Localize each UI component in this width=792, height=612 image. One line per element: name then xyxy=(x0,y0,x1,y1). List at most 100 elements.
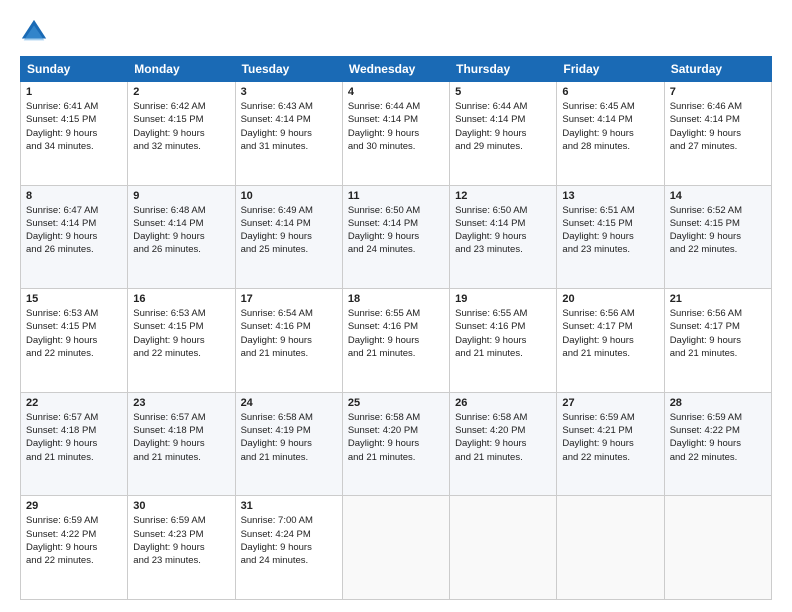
day-info: Sunrise: 6:55 AM xyxy=(348,307,444,320)
day-info: Sunrise: 6:59 AM xyxy=(133,514,229,527)
day-number: 28 xyxy=(670,397,766,409)
calendar-cell: 13Sunrise: 6:51 AMSunset: 4:15 PMDayligh… xyxy=(557,185,664,289)
calendar-cell xyxy=(557,496,664,600)
day-info: and 21 minutes. xyxy=(455,347,551,360)
day-info: Sunset: 4:21 PM xyxy=(562,424,658,437)
day-info: Daylight: 9 hours xyxy=(241,127,337,140)
day-info: and 29 minutes. xyxy=(455,140,551,153)
day-info: and 22 minutes. xyxy=(670,243,766,256)
calendar-cell: 20Sunrise: 6:56 AMSunset: 4:17 PMDayligh… xyxy=(557,289,664,393)
day-number: 3 xyxy=(241,86,337,98)
day-info: Daylight: 9 hours xyxy=(562,127,658,140)
calendar-cell xyxy=(664,496,771,600)
day-info: and 25 minutes. xyxy=(241,243,337,256)
calendar-cell: 3Sunrise: 6:43 AMSunset: 4:14 PMDaylight… xyxy=(235,82,342,186)
day-info: Daylight: 9 hours xyxy=(455,437,551,450)
day-info: Sunrise: 6:58 AM xyxy=(241,411,337,424)
day-info: Sunrise: 6:46 AM xyxy=(670,100,766,113)
day-info: Sunrise: 6:47 AM xyxy=(26,204,122,217)
day-info: Daylight: 9 hours xyxy=(348,437,444,450)
day-info: and 24 minutes. xyxy=(241,554,337,567)
calendar-cell: 7Sunrise: 6:46 AMSunset: 4:14 PMDaylight… xyxy=(664,82,771,186)
day-info: and 24 minutes. xyxy=(348,243,444,256)
calendar-cell: 22Sunrise: 6:57 AMSunset: 4:18 PMDayligh… xyxy=(21,392,128,496)
day-info: Sunset: 4:15 PM xyxy=(133,320,229,333)
day-info: Sunrise: 6:49 AM xyxy=(241,204,337,217)
day-info: Daylight: 9 hours xyxy=(241,437,337,450)
calendar-week-4: 22 Sunrise: 6:57 AMSunset: 4:18 PM Dayligh… xyxy=(21,392,772,496)
day-info: Sunrise: 6:54 AM xyxy=(241,307,337,320)
day-info: Sunset: 4:19 PM xyxy=(241,424,337,437)
day-info: Daylight: 9 hours xyxy=(562,334,658,347)
day-info: Sunset: 4:15 PM xyxy=(26,113,122,126)
day-number: 22 xyxy=(26,397,122,409)
day-info: Sunset: 4:15 PM xyxy=(562,217,658,230)
day-info: Sunset: 4:17 PM xyxy=(562,320,658,333)
day-info: Sunset: 4:24 PM xyxy=(241,528,337,541)
day-number: 4 xyxy=(348,86,444,98)
calendar-cell: 26Sunrise: 6:58 AMSunset: 4:20 PMDayligh… xyxy=(450,392,557,496)
day-info: Sunset: 4:14 PM xyxy=(670,113,766,126)
day-number: 23 xyxy=(133,397,229,409)
calendar-cell: 28Sunrise: 6:59 AMSunset: 4:22 PMDayligh… xyxy=(664,392,771,496)
day-info: and 21 minutes. xyxy=(241,451,337,464)
day-number: 25 xyxy=(348,397,444,409)
day-info: Sunrise: 6:44 AM xyxy=(348,100,444,113)
day-number: 19 xyxy=(455,293,551,305)
calendar-cell: 1Sunrise: 6:41 AMSunset: 4:15 PMDaylight… xyxy=(21,82,128,186)
calendar-table: SundayMondayTuesdayWednesdayThursdayFrid… xyxy=(20,56,772,600)
day-info: and 30 minutes. xyxy=(348,140,444,153)
day-number: 24 xyxy=(241,397,337,409)
day-info: Daylight: 9 hours xyxy=(133,127,229,140)
day-info: and 27 minutes. xyxy=(670,140,766,153)
day-info: Sunset: 4:14 PM xyxy=(455,217,551,230)
day-info: Sunrise: 6:48 AM xyxy=(133,204,229,217)
day-info: Sunset: 4:18 PM xyxy=(133,424,229,437)
calendar-cell: 21Sunrise: 6:56 AMSunset: 4:17 PMDayligh… xyxy=(664,289,771,393)
calendar-header-thursday: Thursday xyxy=(450,57,557,82)
day-info: Sunset: 4:20 PM xyxy=(348,424,444,437)
day-info: Daylight: 9 hours xyxy=(133,334,229,347)
day-info: and 21 minutes. xyxy=(670,347,766,360)
day-info: Sunrise: 6:42 AM xyxy=(133,100,229,113)
day-info: Sunrise: 6:52 AM xyxy=(670,204,766,217)
day-number: 21 xyxy=(670,293,766,305)
day-info: Sunrise: 6:44 AM xyxy=(455,100,551,113)
calendar-cell: 18Sunrise: 6:55 AMSunset: 4:16 PMDayligh… xyxy=(342,289,449,393)
day-info: Sunrise: 6:57 AM xyxy=(133,411,229,424)
calendar-cell: 12Sunrise: 6:50 AMSunset: 4:14 PMDayligh… xyxy=(450,185,557,289)
day-info: Sunset: 4:14 PM xyxy=(133,217,229,230)
calendar-cell: 8Sunrise: 6:47 AMSunset: 4:14 PMDaylight… xyxy=(21,185,128,289)
day-info: Daylight: 9 hours xyxy=(670,230,766,243)
calendar-header-sunday: Sunday xyxy=(21,57,128,82)
calendar-header-monday: Monday xyxy=(128,57,235,82)
day-number: 11 xyxy=(348,190,444,202)
day-info: Sunrise: 6:43 AM xyxy=(241,100,337,113)
calendar-cell: 10Sunrise: 6:49 AMSunset: 4:14 PMDayligh… xyxy=(235,185,342,289)
day-info: Daylight: 9 hours xyxy=(26,437,122,450)
day-info: Daylight: 9 hours xyxy=(455,230,551,243)
day-info: Sunrise: 6:55 AM xyxy=(455,307,551,320)
day-info: and 31 minutes. xyxy=(241,140,337,153)
day-info: Sunrise: 6:53 AM xyxy=(133,307,229,320)
calendar-header-friday: Friday xyxy=(557,57,664,82)
calendar-cell: 6Sunrise: 6:45 AMSunset: 4:14 PMDaylight… xyxy=(557,82,664,186)
day-number: 1 xyxy=(26,86,122,98)
calendar-week-1: 1 Sunrise: 6:41 AMSunset: 4:15 PM Daylight… xyxy=(21,82,772,186)
day-info: and 32 minutes. xyxy=(133,140,229,153)
calendar-cell: 17Sunrise: 6:54 AMSunset: 4:16 PMDayligh… xyxy=(235,289,342,393)
calendar-cell: 14Sunrise: 6:52 AMSunset: 4:15 PMDayligh… xyxy=(664,185,771,289)
day-info: Sunrise: 6:41 AM xyxy=(26,100,122,113)
day-info: Sunrise: 6:59 AM xyxy=(26,514,122,527)
day-info: Sunrise: 6:50 AM xyxy=(455,204,551,217)
day-number: 14 xyxy=(670,190,766,202)
day-info: Daylight: 9 hours xyxy=(26,541,122,554)
day-info: and 26 minutes. xyxy=(133,243,229,256)
day-info: Sunset: 4:22 PM xyxy=(670,424,766,437)
day-info: Sunrise: 6:53 AM xyxy=(26,307,122,320)
day-info: and 22 minutes. xyxy=(133,347,229,360)
calendar-header-tuesday: Tuesday xyxy=(235,57,342,82)
day-number: 27 xyxy=(562,397,658,409)
day-number: 8 xyxy=(26,190,122,202)
day-info: Sunset: 4:16 PM xyxy=(455,320,551,333)
